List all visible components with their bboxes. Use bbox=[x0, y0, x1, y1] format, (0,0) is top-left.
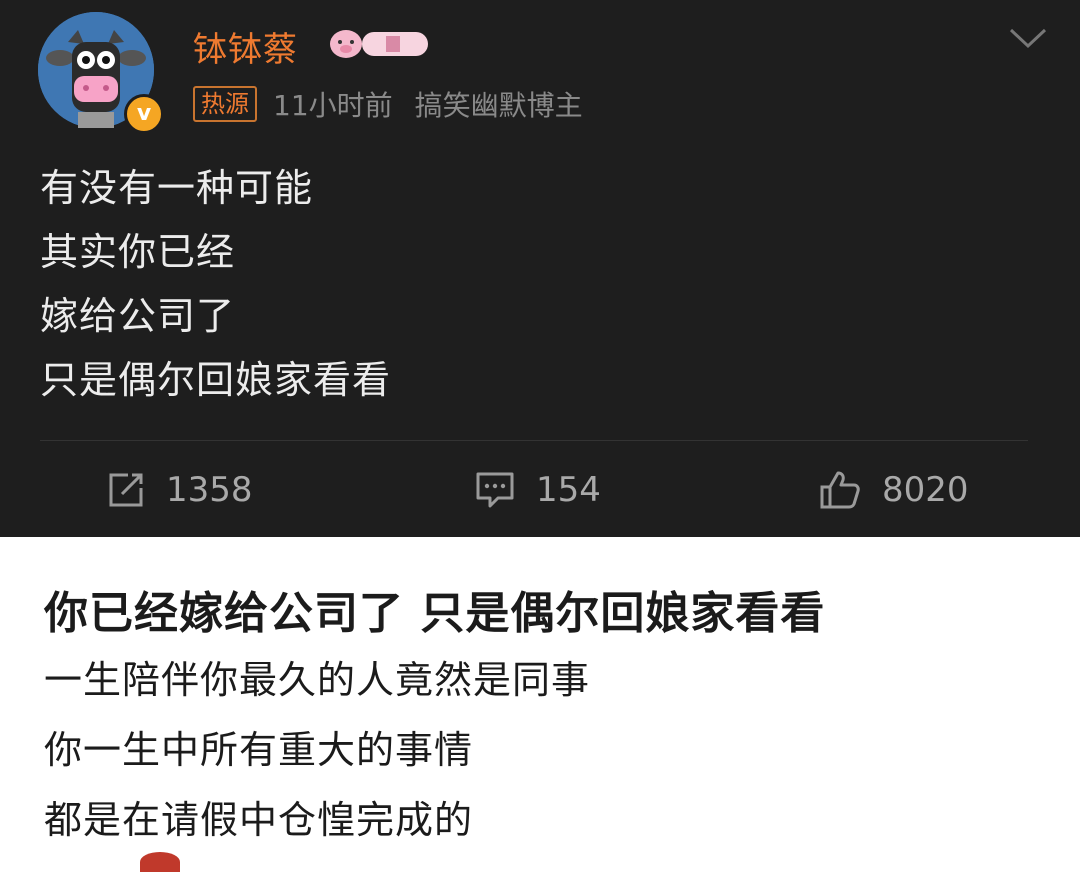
comment-icon bbox=[476, 472, 514, 508]
verified-badge-icon: v bbox=[124, 94, 164, 134]
repost-button[interactable]: 1358 bbox=[106, 458, 253, 522]
repost-count: 1358 bbox=[166, 470, 253, 510]
avatar[interactable]: v bbox=[38, 12, 164, 134]
username[interactable]: 钵钵蔡 bbox=[193, 22, 298, 71]
article-title: 你已经嫁给公司了 只是偶尔回娘家看看 bbox=[44, 588, 826, 639]
repost-icon bbox=[109, 473, 143, 507]
weibo-post-card: v 钵钵蔡 热源 11小时前 搞笑幽默博主 有没有一种可能 其实你已经 嫁给公司… bbox=[0, 0, 1080, 537]
post-body-line: 嫁给公司了 bbox=[40, 294, 236, 338]
comment-count: 154 bbox=[536, 470, 601, 510]
vip-pig-badge-icon[interactable] bbox=[326, 22, 432, 66]
like-button[interactable]: 8020 bbox=[818, 458, 969, 522]
hot-source-tag[interactable]: 热源 bbox=[193, 86, 257, 122]
article-line: 一生陪伴你最久的人竟然是同事 bbox=[44, 658, 591, 702]
chevron-down-icon[interactable] bbox=[1008, 26, 1048, 54]
action-bar: 1358 154 8020 bbox=[0, 458, 1080, 522]
like-count: 8020 bbox=[882, 470, 969, 510]
post-meta: 热源 11小时前 搞笑幽默博主 bbox=[193, 84, 583, 124]
thumbs-up-icon bbox=[820, 471, 860, 509]
divider bbox=[40, 440, 1028, 441]
author-category: 搞笑幽默博主 bbox=[414, 89, 583, 122]
post-body-line: 有没有一种可能 bbox=[40, 166, 314, 210]
post-time: 11小时前 bbox=[273, 89, 393, 122]
cropped-element bbox=[140, 852, 180, 872]
post-body-line: 其实你已经 bbox=[40, 230, 236, 274]
comment-button[interactable]: 154 bbox=[474, 458, 601, 522]
article-line: 都是在请假中仓惶完成的 bbox=[44, 798, 474, 842]
post-body: 有没有一种可能 其实你已经 嫁给公司了 只是偶尔回娘家看看 bbox=[40, 160, 391, 416]
post-body-line: 只是偶尔回娘家看看 bbox=[40, 358, 392, 402]
article-line: 你一生中所有重大的事情 bbox=[44, 728, 474, 772]
article-section: 你已经嫁给公司了 只是偶尔回娘家看看 一生陪伴你最久的人竟然是同事 你一生中所有… bbox=[0, 537, 1080, 872]
